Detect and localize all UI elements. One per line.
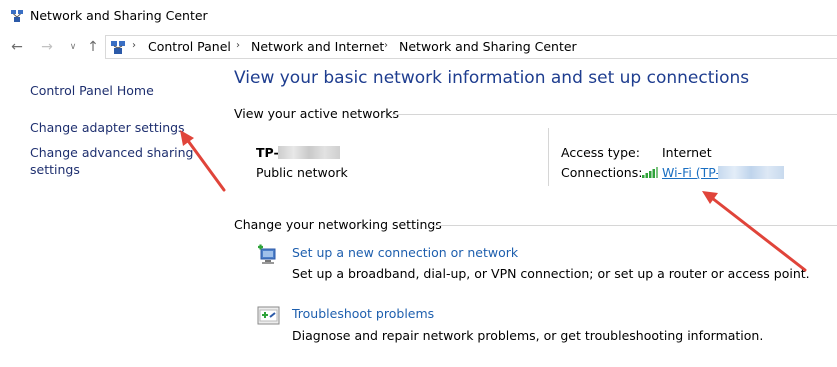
breadcrumb-separator-icon[interactable]: › bbox=[236, 40, 240, 51]
section-title-active-networks: View your active networks bbox=[234, 106, 399, 121]
chevron-down-icon[interactable]: ∨ bbox=[64, 37, 82, 57]
sidebar-item-change-advanced-sharing-line2[interactable]: settings bbox=[30, 161, 80, 178]
breadcrumb-network-sharing-center[interactable]: Network and Sharing Center bbox=[399, 39, 577, 54]
navigation-bar: ← → ∨ ↑ › Control Panel › Network and In… bbox=[0, 34, 837, 62]
arrow-left-icon[interactable]: ← bbox=[8, 37, 26, 57]
section-divider bbox=[392, 114, 837, 115]
column-divider bbox=[548, 128, 549, 186]
redacted-network-name bbox=[278, 146, 340, 159]
access-type-value: Internet bbox=[662, 145, 712, 160]
sidebar-item-change-adapter-settings[interactable]: Change adapter settings bbox=[30, 119, 185, 136]
access-type-label: Access type: bbox=[561, 145, 640, 160]
section-title-change-settings: Change your networking settings bbox=[234, 217, 442, 232]
troubleshoot-icon bbox=[257, 306, 280, 325]
network-name: TP- bbox=[256, 145, 279, 160]
title-bar: Network and Sharing Center bbox=[0, 0, 837, 34]
network-sharing-icon bbox=[11, 10, 23, 22]
breadcrumb-separator-icon[interactable]: › bbox=[384, 40, 388, 51]
breadcrumb-control-panel[interactable]: Control Panel bbox=[148, 39, 231, 54]
redacted-connection-name bbox=[718, 166, 784, 179]
troubleshoot-problems-link[interactable]: Troubleshoot problems bbox=[292, 306, 434, 321]
sidebar-item-control-panel-home[interactable]: Control Panel Home bbox=[30, 82, 154, 99]
annotation-arrow-wifi-link bbox=[702, 191, 807, 272]
wifi-connection-link[interactable]: Wi-Fi (TP- bbox=[662, 165, 720, 180]
arrow-up-icon[interactable]: ↑ bbox=[84, 37, 102, 57]
new-connection-icon bbox=[258, 244, 276, 264]
page-title: View your basic network information and … bbox=[234, 68, 750, 88]
network-category[interactable]: Public network bbox=[256, 165, 348, 180]
troubleshoot-problems-description: Diagnose and repair network problems, or… bbox=[292, 328, 764, 343]
section-divider bbox=[433, 225, 837, 226]
address-bar[interactable]: › Control Panel › Network and Internet ›… bbox=[105, 35, 837, 59]
connections-label: Connections: bbox=[561, 165, 643, 180]
setup-new-connection-link[interactable]: Set up a new connection or network bbox=[292, 245, 518, 260]
breadcrumb-separator-icon[interactable]: › bbox=[132, 40, 136, 51]
network-sharing-icon bbox=[111, 41, 125, 54]
arrow-right-icon[interactable]: → bbox=[38, 37, 56, 57]
wifi-signal-icon bbox=[642, 167, 658, 178]
sidebar-item-change-advanced-sharing[interactable]: Change advanced sharing bbox=[30, 144, 193, 161]
window-title: Network and Sharing Center bbox=[30, 8, 208, 23]
setup-new-connection-description: Set up a broadband, dial-up, or VPN conn… bbox=[292, 266, 810, 281]
breadcrumb-network-internet[interactable]: Network and Internet bbox=[251, 39, 384, 54]
